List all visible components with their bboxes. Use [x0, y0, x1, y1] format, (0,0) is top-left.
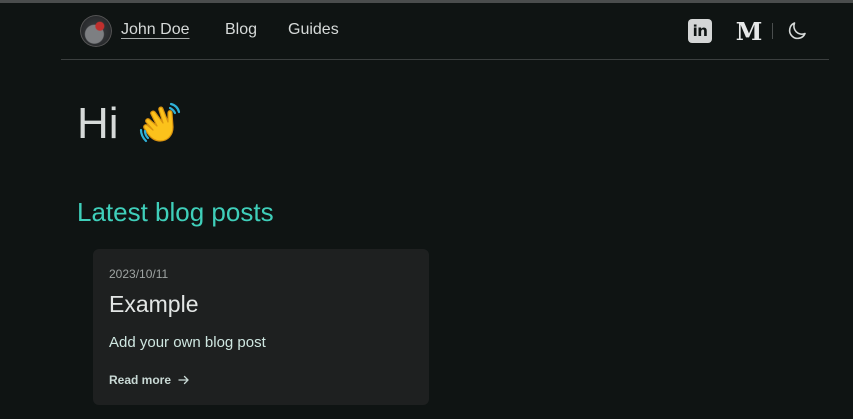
top-nav: John Doe Blog Guides in M — [61, 3, 829, 60]
nav-divider — [772, 23, 773, 39]
arrow-right-icon — [178, 375, 189, 385]
section-title: Latest blog posts — [77, 197, 274, 227]
avatar[interactable] — [80, 15, 112, 47]
hero-greeting: Hi — [77, 96, 185, 152]
blog-post-card[interactable]: 2023/10/11 Example Add your own blog pos… — [93, 249, 429, 405]
medium-icon[interactable]: M — [735, 17, 763, 46]
post-date: 2023/10/11 — [109, 267, 169, 281]
waving-hand-icon — [139, 102, 180, 143]
nav-link-guides[interactable]: Guides — [288, 21, 339, 39]
read-more-link[interactable]: Read more — [109, 373, 190, 387]
greeting-text: Hi — [77, 99, 119, 148]
linkedin-icon[interactable]: in — [688, 19, 712, 43]
nav-link-blog[interactable]: Blog — [225, 21, 257, 39]
read-more-label: Read more — [109, 373, 172, 387]
post-title[interactable]: Example — [109, 291, 198, 318]
nav-home-link[interactable]: John Doe — [121, 21, 190, 39]
page: John Doe Blog Guides in M Hi Latest blog… — [0, 0, 853, 419]
post-excerpt: Add your own blog post — [109, 334, 266, 351]
moon-icon[interactable] — [785, 19, 809, 43]
